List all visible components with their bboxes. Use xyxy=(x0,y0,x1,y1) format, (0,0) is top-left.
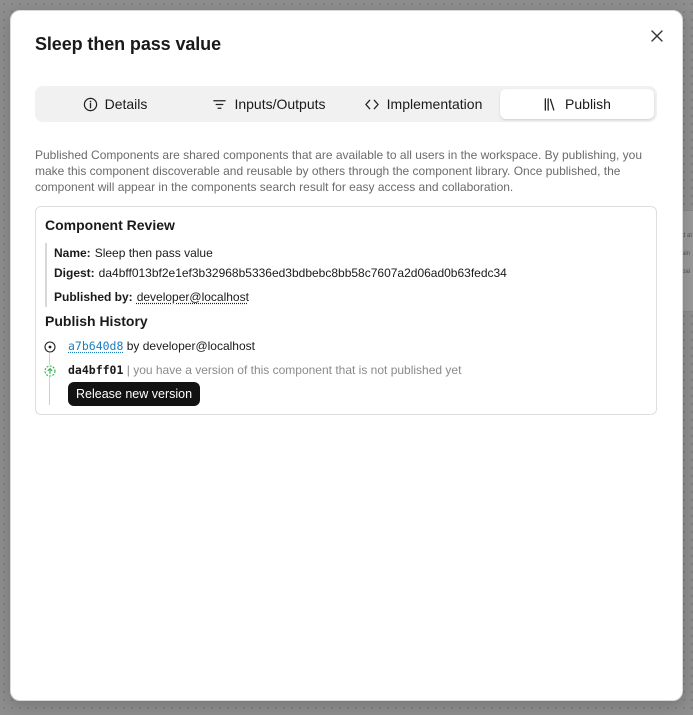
review-name-row: Name: Sleep then pass value xyxy=(54,243,507,263)
review-digest-row: Digest: da4bff013bf2e1ef3b32968b5336ed3bd… xyxy=(54,263,507,283)
close-icon xyxy=(651,30,663,42)
digest-value: da4bff013bf2e1ef3b32968b5336ed3bdbebc8bb… xyxy=(99,266,507,280)
review-published-by-row: Published by: developer@localhost xyxy=(54,287,507,307)
history-hash-link[interactable]: a7b640d8 xyxy=(68,339,123,353)
published-by-link[interactable]: developer@localhost xyxy=(137,290,249,304)
pending-entry-text: you have a version of this component tha… xyxy=(133,363,461,377)
tab-details[interactable]: Details xyxy=(38,89,192,119)
publish-description: Published Components are shared componen… xyxy=(35,147,659,195)
close-button[interactable] xyxy=(649,28,665,44)
library-books-icon xyxy=(543,97,558,112)
info-circle-icon xyxy=(83,97,98,112)
published-by-label: Published by: xyxy=(54,290,133,304)
filter-lines-icon xyxy=(212,97,227,112)
component-review-title: Component Review xyxy=(45,217,175,233)
code-brackets-icon xyxy=(364,97,380,112)
tab-publish-label: Publish xyxy=(565,96,611,112)
commit-circle-icon xyxy=(44,341,56,353)
dialog-title: Sleep then pass value xyxy=(35,34,221,55)
digest-label: Digest: xyxy=(54,266,95,280)
tab-inputs-outputs[interactable]: Inputs/Outputs xyxy=(192,89,346,119)
tab-implementation-label: Implementation xyxy=(387,96,483,112)
tab-details-label: Details xyxy=(105,96,148,112)
name-label: Name: xyxy=(54,246,91,260)
history-separator: | xyxy=(127,363,130,377)
history-entry: a7b640d8 by developer@localhost xyxy=(68,339,255,353)
component-review-card: Component Review Name: Sleep then pass va… xyxy=(35,206,657,415)
history-entry-text: by developer@localhost xyxy=(127,339,255,353)
tab-publish[interactable]: Publish xyxy=(500,89,654,119)
tab-implementation[interactable]: Implementation xyxy=(346,89,500,119)
name-value: Sleep then pass value xyxy=(95,246,213,260)
tab-inputs-outputs-label: Inputs/Outputs xyxy=(234,96,325,112)
publish-history-title: Publish History xyxy=(45,313,148,329)
pending-hash: da4bff01 xyxy=(68,363,123,377)
component-dialog: Sleep then pass value Details Inputs/Out… xyxy=(10,10,683,701)
release-new-version-button[interactable]: Release new version xyxy=(68,382,200,406)
review-details: Name: Sleep then pass value Digest: da4bff… xyxy=(45,243,507,307)
pending-upload-icon xyxy=(44,365,56,377)
history-entry-pending: da4bff01 | you have a version of this co… xyxy=(68,363,461,377)
tab-bar: Details Inputs/Outputs Implementation Pu… xyxy=(35,86,657,122)
